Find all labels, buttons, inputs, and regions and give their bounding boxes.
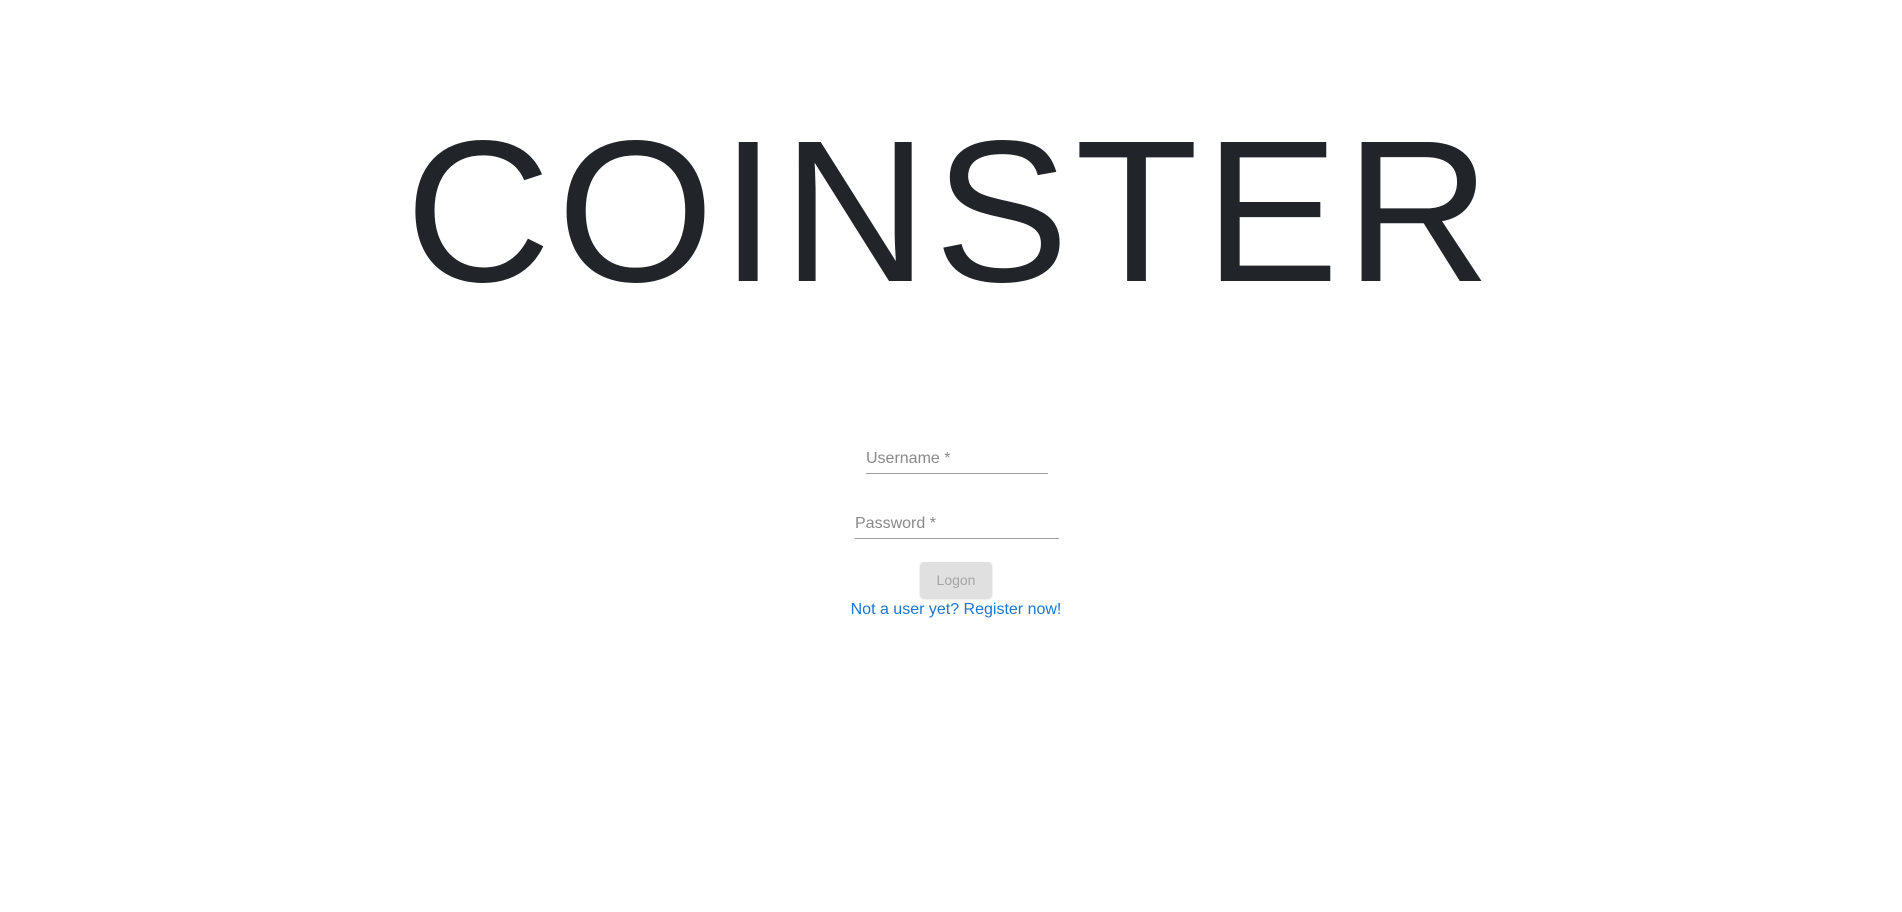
login-page: COINSTER Logon Not a user yet? Register … [0,0,1902,912]
app-title: COINSTER [405,98,1497,324]
password-input[interactable] [855,510,1059,538]
password-field-container [855,510,1059,539]
username-input[interactable] [866,445,1048,473]
register-link[interactable]: Not a user yet? Register now! [0,599,1902,621]
username-field-container [866,445,1048,474]
logon-button[interactable]: Logon [920,562,992,598]
